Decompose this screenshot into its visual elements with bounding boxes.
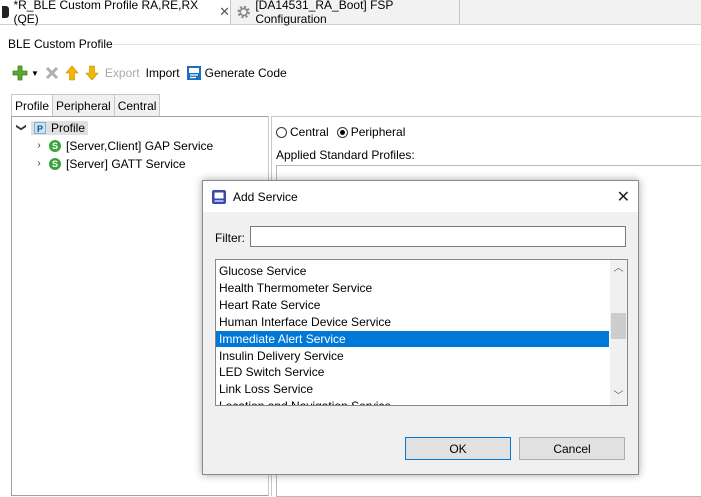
tree-root-node[interactable]: P Profile — [31, 120, 89, 135]
dark-tab-icon — [2, 6, 10, 18]
dialog-title: Add Service — [233, 189, 298, 204]
profile-tabs: Profile Peripheral Central — [11, 94, 161, 117]
list-item[interactable]: Link Loss Service — [216, 381, 609, 397]
chevron-down-icon[interactable]: ▼ — [31, 69, 39, 78]
filter-input[interactable] — [250, 226, 626, 247]
close-icon[interactable]: ✕ — [219, 4, 230, 20]
ok-button[interactable]: OK — [405, 437, 511, 460]
tab-label: *R_BLE Custom Profile RA,RE,RX (QE) — [13, 0, 199, 26]
list-item[interactable]: Heart Rate Service — [216, 297, 609, 313]
tab-central[interactable]: Central — [113, 94, 161, 116]
tab-label: [DA14531_RA_Boot] FSP Configuration — [255, 0, 394, 26]
generate-code-icon — [186, 66, 201, 80]
tab-peripheral[interactable]: Peripheral — [52, 94, 115, 116]
service-list[interactable]: Glucose Service Health Thermometer Servi… — [215, 259, 628, 406]
import-label: Import — [145, 66, 180, 80]
editor-tab-bar: *R_BLE Custom Profile RA,RE,RX (QE) ✕ [D… — [0, 0, 701, 26]
role-radio-group: Central Peripheral — [276, 125, 413, 139]
chevron-up-icon[interactable]: ︿ — [610, 260, 627, 277]
radio-central-label: Central — [290, 125, 329, 139]
list-item[interactable]: Human Interface Device Service — [216, 314, 609, 330]
radio-peripheral[interactable]: Peripheral — [336, 125, 406, 139]
editor-title: BLE Custom Profile — [8, 37, 113, 51]
add-button[interactable]: ▼ — [12, 65, 39, 81]
list-item-selected[interactable]: Immediate Alert Service — [216, 331, 609, 347]
list-item[interactable]: Insulin Delivery Service — [216, 348, 609, 364]
tree-item-profile[interactable]: ❯ P Profile — [16, 119, 89, 136]
generate-code-label: Generate Code — [204, 66, 287, 80]
app-icon — [212, 189, 226, 204]
plus-icon — [12, 65, 28, 81]
radio-central-button[interactable] — [276, 127, 287, 138]
tree-item-label: [Server] GATT Service — [66, 156, 186, 171]
delete-icon — [45, 66, 58, 80]
chevron-down-icon[interactable]: ﹀ — [610, 388, 627, 405]
radio-central[interactable]: Central — [276, 125, 329, 139]
tab-custom-profile[interactable]: *R_BLE Custom Profile RA,RE,RX (QE) ✕ — [0, 0, 231, 26]
list-item[interactable]: Glucose Service — [216, 263, 609, 279]
import-button[interactable]: Import — [146, 66, 180, 80]
chevron-down-icon[interactable]: ❯ — [16, 123, 27, 133]
close-icon[interactable]: ✕ — [617, 187, 630, 207]
toolbar: ▼ Export Import Generate Code — [12, 63, 293, 83]
export-button: Export — [105, 66, 140, 80]
move-up-button[interactable] — [65, 65, 79, 81]
title-divider — [112, 44, 701, 45]
applied-profiles-label: Applied Standard Profiles: — [276, 148, 415, 162]
list-item[interactable]: Health Thermometer Service — [216, 280, 609, 296]
cancel-button[interactable]: Cancel — [519, 437, 625, 460]
add-service-dialog: Add Service ✕ Filter: Glucose Service He… — [202, 180, 639, 475]
list-scrollbar[interactable]: ︿ ﹀ — [610, 260, 627, 405]
tree-item-gap-service[interactable]: › S [Server,Client] GAP Service — [34, 137, 213, 154]
radio-peripheral-label: Peripheral — [350, 125, 406, 139]
generate-code-button[interactable]: Generate Code — [186, 65, 287, 81]
tree-item-label: Profile — [51, 120, 86, 135]
move-down-button[interactable] — [85, 65, 99, 81]
tab-profile[interactable]: Profile — [11, 94, 54, 117]
scroll-thumb[interactable] — [611, 312, 626, 339]
filter-label: Filter: — [215, 231, 245, 245]
tree-item-gatt-service[interactable]: › S [Server] GATT Service — [34, 155, 186, 172]
chevron-right-icon[interactable]: › — [34, 140, 44, 151]
chevron-right-icon[interactable]: › — [34, 158, 44, 169]
up-arrow-icon — [65, 65, 79, 81]
service-icon: S — [49, 139, 61, 152]
tab-fsp-configuration[interactable]: [DA14531_RA_Boot] FSP Configuration — [232, 0, 460, 26]
export-label: Export — [104, 66, 140, 80]
profile-icon: P — [34, 121, 46, 134]
tree-item-label: [Server,Client] GAP Service — [66, 138, 214, 153]
radio-peripheral-button[interactable] — [336, 127, 348, 138]
dialog-titlebar[interactable]: Add Service ✕ — [203, 181, 638, 212]
service-icon: S — [49, 157, 61, 170]
gear-icon — [237, 5, 250, 19]
delete-button — [45, 66, 59, 80]
down-arrow-icon — [85, 65, 99, 81]
list-item[interactable]: LED Switch Service — [216, 364, 609, 380]
list-item[interactable]: Location and Navigation Service — [216, 398, 609, 405]
